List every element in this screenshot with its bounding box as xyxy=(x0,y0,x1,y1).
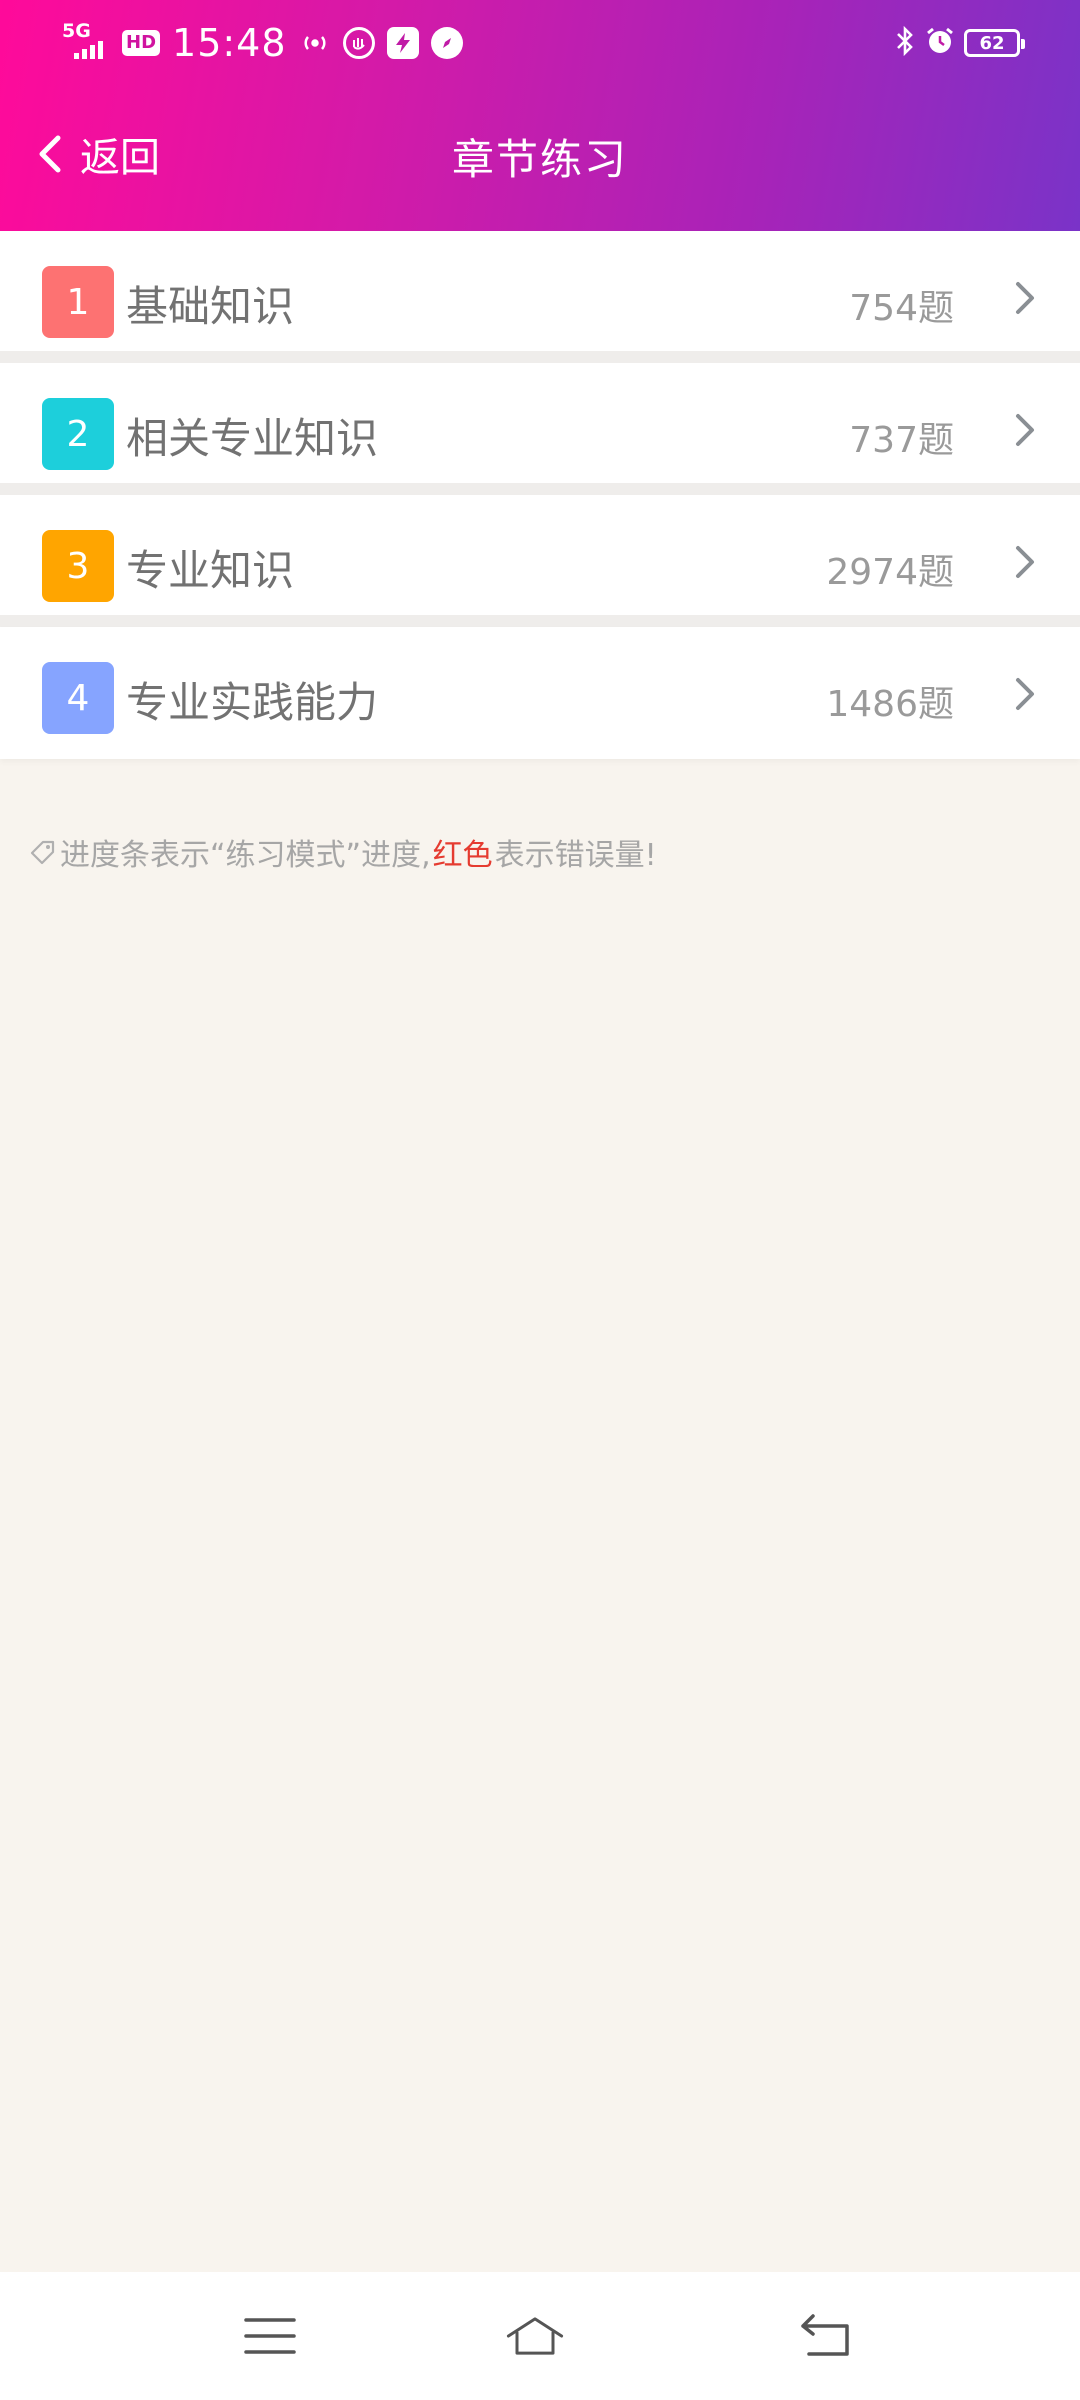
chapter-name: 专业实践能力 xyxy=(126,678,379,727)
chapter-item-1[interactable]: 1 基础知识 754题 xyxy=(0,231,1080,363)
app-notification-icon xyxy=(342,27,375,59)
chapter-item-2[interactable]: 2 相关专业知识 737题 xyxy=(0,363,1080,495)
back-nav-icon[interactable] xyxy=(795,2308,855,2364)
chevron-right-icon xyxy=(1016,282,1034,314)
chevron-right-icon xyxy=(1016,678,1034,710)
chapter-list: 1 基础知识 754题 2 相关专业知识 737题 3 专业知识 2974题 4… xyxy=(0,231,1080,759)
chevron-right-icon xyxy=(1016,546,1034,578)
question-count: 1486题 xyxy=(826,684,954,725)
compass-icon xyxy=(430,27,463,59)
battery-level: 62 xyxy=(979,32,1005,54)
question-count: 754题 xyxy=(849,288,954,329)
hotspot-icon xyxy=(299,27,331,59)
chapter-item-3[interactable]: 3 专业知识 2974题 xyxy=(0,495,1080,627)
status-right: 62 xyxy=(894,22,1025,64)
status-bar: 5G HD 15:48 62 xyxy=(0,0,1080,86)
tip-text-before: 进度条表示“练习模式”进度, xyxy=(60,838,431,873)
chapter-name: 专业知识 xyxy=(126,546,295,595)
app-header: 5G HD 15:48 62 返回 章节练习 xyxy=(0,0,1080,231)
system-nav-bar xyxy=(0,2272,1080,2400)
question-count: 2974题 xyxy=(826,552,954,593)
tip-red-text: 红色 xyxy=(432,838,493,873)
hd-badge: HD xyxy=(122,30,161,56)
menu-icon[interactable] xyxy=(240,2308,300,2364)
tip-text-after: 表示错误量! xyxy=(494,838,657,873)
nav-bar: 返回 章节练习 xyxy=(0,100,1080,210)
chapter-index-badge: 1 xyxy=(42,266,114,338)
status-time: 15:48 xyxy=(172,21,287,65)
alarm-icon xyxy=(924,25,956,61)
home-icon[interactable] xyxy=(505,2308,565,2364)
chapter-index-badge: 2 xyxy=(42,398,114,470)
chevron-right-icon xyxy=(1016,414,1034,446)
flash-icon xyxy=(386,27,419,59)
chapter-name: 相关专业知识 xyxy=(126,414,379,463)
battery-icon: 62 xyxy=(964,29,1025,57)
status-left: 5G HD 15:48 xyxy=(62,18,463,68)
chapter-index-badge: 3 xyxy=(42,530,114,602)
chapter-item-4[interactable]: 4 专业实践能力 1486题 xyxy=(0,627,1080,759)
chapter-name: 基础知识 xyxy=(126,282,295,331)
question-count: 737题 xyxy=(849,420,954,461)
bluetooth-icon xyxy=(894,25,916,61)
chapter-index-badge: 4 xyxy=(42,662,114,734)
page-title: 章节练习 xyxy=(451,135,628,184)
signal-icon: 5G xyxy=(62,21,110,65)
network-type: 5G xyxy=(62,20,91,42)
tag-icon xyxy=(30,840,55,865)
progress-tip: 进度条表示“练习模式”进度, 红色 表示错误量! xyxy=(28,830,657,874)
